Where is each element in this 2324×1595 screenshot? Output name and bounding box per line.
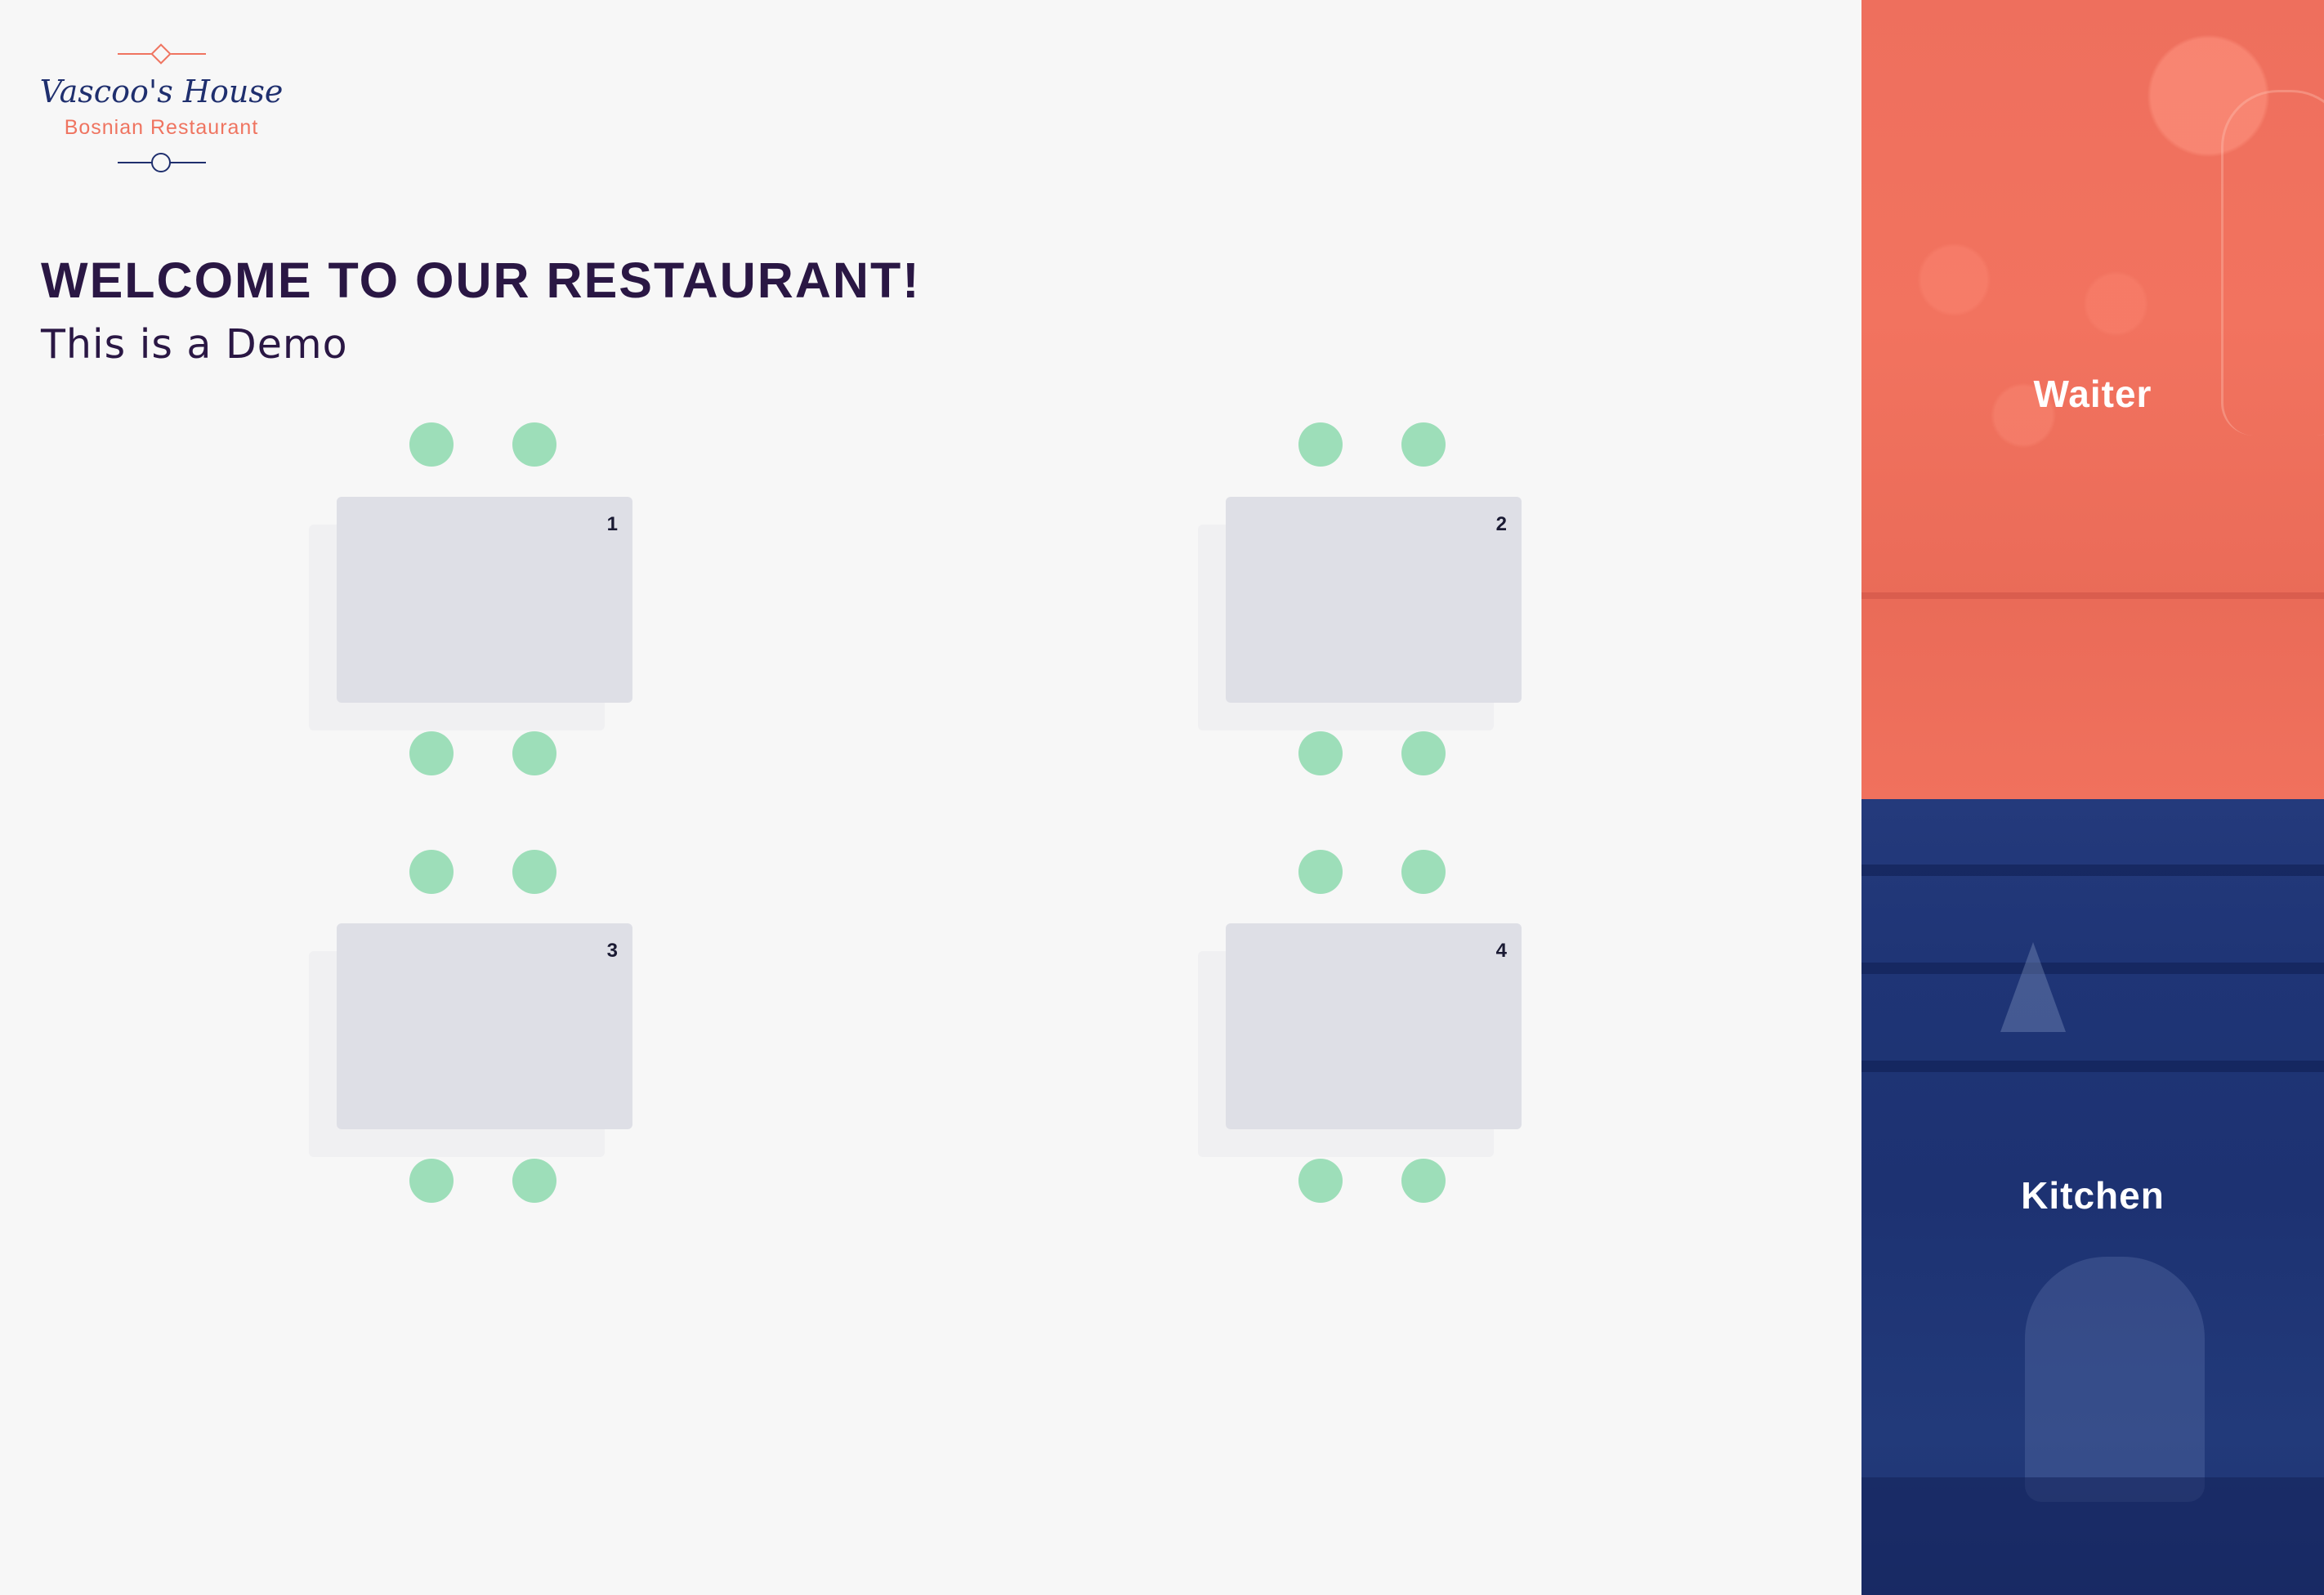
table-2-seat-2[interactable]	[1401, 422, 1446, 467]
role-sidebar: Waiter Kitchen	[1861, 0, 2324, 1595]
table-1-seat-2[interactable]	[512, 422, 556, 467]
table-3-seat-2[interactable]	[512, 850, 556, 894]
kitchen-counter-image	[1861, 1477, 2324, 1595]
circle-icon	[151, 153, 171, 172]
kitchen-label: Kitchen	[2021, 1174, 2165, 1217]
kitchen-tile[interactable]: Kitchen	[1861, 799, 2324, 1595]
table-2: 2	[1198, 497, 1525, 824]
table-3-seat-1[interactable]	[409, 850, 454, 894]
kitchen-lamp-image	[2000, 942, 2066, 1032]
kitchen-shelf-image	[1861, 1061, 2324, 1072]
restaurant-logo[interactable]: Vascoo's House Bosnian Restaurant	[33, 41, 290, 180]
table-3: 3	[309, 923, 636, 1250]
table-3-seat-3[interactable]	[409, 1159, 454, 1203]
table-number: 4	[1495, 940, 1507, 962]
table-2-seat-1[interactable]	[1298, 422, 1343, 467]
table-surface[interactable]: 4	[1226, 923, 1522, 1129]
table-number: 3	[606, 940, 618, 962]
table-4-seat-2[interactable]	[1401, 850, 1446, 894]
page-title: WELCOME TO OUR RESTAURANT!	[41, 252, 921, 308]
table-edge-image	[1861, 592, 2324, 599]
page-subtitle: This is a Demo	[41, 321, 348, 368]
table-surface[interactable]: 3	[337, 923, 632, 1129]
table-1: 1	[309, 497, 636, 824]
table-1-seat-1[interactable]	[409, 422, 454, 467]
table-4-seat-3[interactable]	[1298, 1159, 1343, 1203]
table-surface[interactable]: 2	[1226, 497, 1522, 703]
table-3-seat-4[interactable]	[512, 1159, 556, 1203]
table-number: 1	[606, 513, 618, 535]
table-1-seat-4[interactable]	[512, 731, 556, 775]
brand-subtitle: Bosnian Restaurant	[64, 116, 259, 139]
diamond-icon	[150, 43, 172, 65]
table-4: 4	[1198, 923, 1525, 1250]
table-2-seat-4[interactable]	[1401, 731, 1446, 775]
table-2-seat-3[interactable]	[1298, 731, 1343, 775]
kitchen-shelf-image	[1861, 963, 2324, 974]
table-4-seat-1[interactable]	[1298, 850, 1343, 894]
table-number: 2	[1495, 513, 1507, 535]
page: Vascoo's House Bosnian Restaurant WELCOM…	[0, 0, 2324, 1595]
kitchen-shelf-image	[1861, 865, 2324, 876]
table-1-seat-3[interactable]	[409, 731, 454, 775]
waiter-label: Waiter	[2033, 373, 2152, 415]
table-surface[interactable]: 1	[337, 497, 632, 703]
table-4-seat-4[interactable]	[1401, 1159, 1446, 1203]
chef-image	[2025, 1257, 2205, 1502]
brand-name: Vascoo's House	[39, 74, 284, 109]
waiter-tile[interactable]: Waiter	[1861, 0, 2324, 799]
